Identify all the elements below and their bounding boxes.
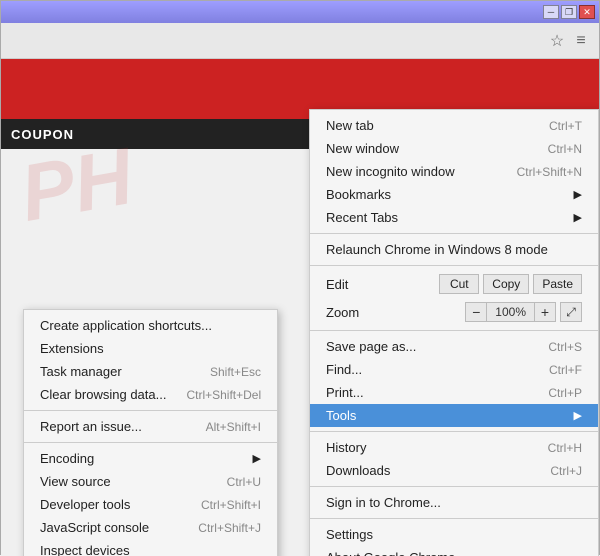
browser-window: ─ ❐ ✕ ☆ ≡ COUPON PH New tab Ctrl+T New w… [0,0,600,555]
copy-button[interactable]: Copy [483,274,529,294]
title-bar: ─ ❐ ✕ [1,1,599,23]
submenu-item-task-manager[interactable]: Task manager Shift+Esc [24,360,277,383]
menu-item-settings[interactable]: Settings [310,523,598,546]
menu-item-bookmarks[interactable]: Bookmarks ▶ [310,183,598,206]
menu-item-relaunch[interactable]: Relaunch Chrome in Windows 8 mode [310,238,598,261]
menu-item-downloads[interactable]: Downloads Ctrl+J [310,459,598,482]
star-icon[interactable]: ☆ [545,29,569,53]
zoom-fullscreen-button[interactable]: ⤢ [560,302,582,322]
submenu-item-app-shortcuts[interactable]: Create application shortcuts... [24,314,277,337]
menu-item-signin[interactable]: Sign in to Chrome... [310,491,598,514]
page-watermark: PH [14,130,139,240]
menu-item-recent-tabs[interactable]: Recent Tabs ▶ [310,206,598,229]
menu-item-print[interactable]: Print... Ctrl+P [310,381,598,404]
menu-icon[interactable]: ≡ [569,29,593,53]
menu-item-find[interactable]: Find... Ctrl+F [310,358,598,381]
menu-item-new-incognito[interactable]: New incognito window Ctrl+Shift+N [310,160,598,183]
zoom-minus-button[interactable]: − [465,302,487,322]
menu-item-tools[interactable]: Tools ▶ [310,404,598,427]
submenu-item-clear-browsing[interactable]: Clear browsing data... Ctrl+Shift+Del [24,383,277,406]
separator-4 [310,431,598,432]
cut-button[interactable]: Cut [439,274,479,294]
submenu-item-view-source[interactable]: View source Ctrl+U [24,470,277,493]
submenu-separator-2 [24,442,277,443]
submenu-item-js-console[interactable]: JavaScript console Ctrl+Shift+J [24,516,277,539]
submenu-item-encoding[interactable]: Encoding ▶ [24,447,277,470]
submenu-item-developer-tools[interactable]: Developer tools Ctrl+Shift+I [24,493,277,516]
separator-3 [310,330,598,331]
separator-5 [310,486,598,487]
separator-2 [310,265,598,266]
minimize-button[interactable]: ─ [543,5,559,19]
submenu-item-report-issue[interactable]: Report an issue... Alt+Shift+I [24,415,277,438]
menu-item-zoom: Zoom − 100% + ⤢ [310,298,598,326]
content-area: COUPON PH New tab Ctrl+T New window Ctrl… [1,59,599,556]
menu-item-save-page[interactable]: Save page as... Ctrl+S [310,335,598,358]
omnibar: ☆ ≡ [1,23,599,59]
submenu-separator-1 [24,410,277,411]
close-button[interactable]: ✕ [579,5,595,19]
tools-submenu: Create application shortcuts... Extensio… [23,309,278,556]
menu-item-history[interactable]: History Ctrl+H [310,436,598,459]
separator-6 [310,518,598,519]
menu-item-new-window[interactable]: New window Ctrl+N [310,137,598,160]
main-context-menu: New tab Ctrl+T New window Ctrl+N New inc… [309,109,599,556]
menu-item-new-tab[interactable]: New tab Ctrl+T [310,114,598,137]
zoom-plus-button[interactable]: + [534,302,556,322]
zoom-value: 100% [487,302,534,322]
submenu-item-inspect-devices[interactable]: Inspect devices [24,539,277,556]
restore-button[interactable]: ❐ [561,5,577,19]
menu-item-edit: Edit Cut Copy Paste [310,270,598,298]
paste-button[interactable]: Paste [533,274,582,294]
submenu-item-extensions[interactable]: Extensions [24,337,277,360]
separator-1 [310,233,598,234]
